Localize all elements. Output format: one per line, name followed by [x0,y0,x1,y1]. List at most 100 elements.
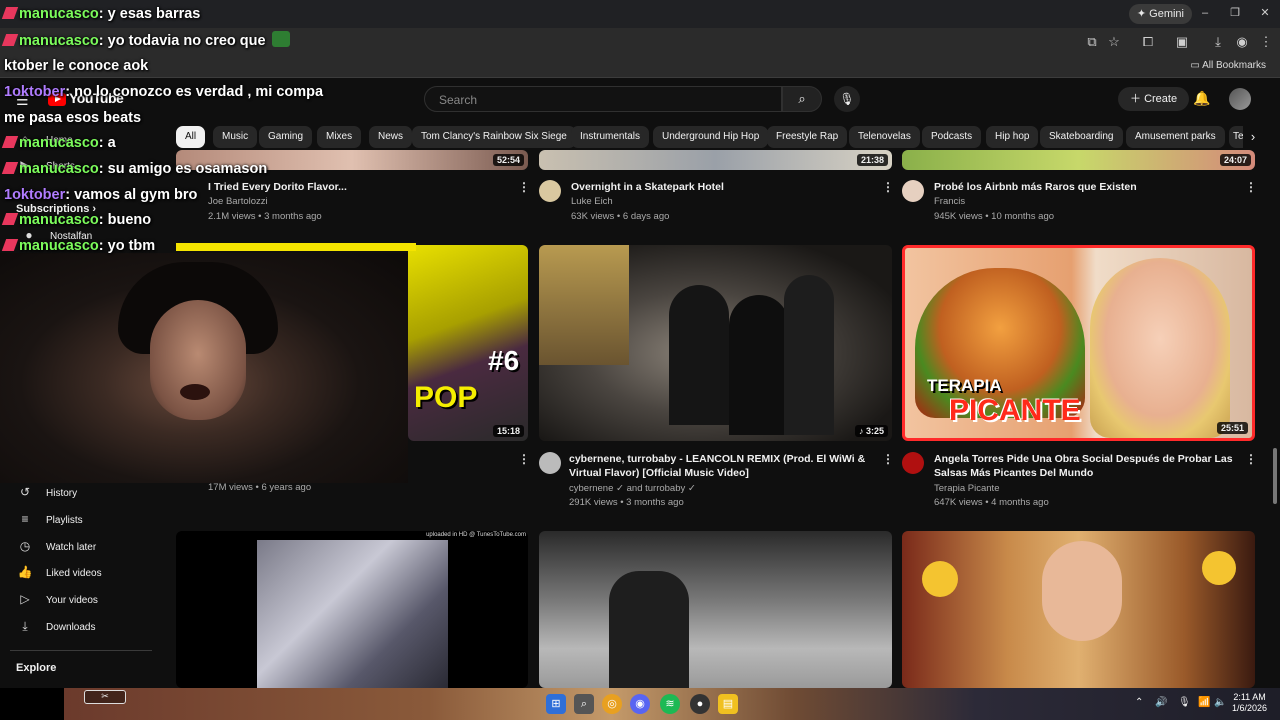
install-app-icon[interactable]: ⧉ [1084,34,1100,50]
chip-filter[interactable]: Amusement parks [1126,126,1225,148]
chip-filter[interactable]: Instrumentals [571,126,650,148]
chat-message: me pasa esos beats [4,109,141,127]
chat-message: 1oktober: vamos al gym bro [4,186,197,204]
gemini-button[interactable]: ✦ Gemini [1128,4,1192,24]
video-channel[interactable]: Terapia Picante [934,481,999,496]
sidebar-item-your-videos[interactable]: ▷ Your videos [16,586,98,612]
channel-avatar[interactable] [539,180,561,202]
video-menu-icon[interactable]: ⋮ [882,180,894,194]
tray-wifi-icon[interactable]: 📶 [1198,697,1210,708]
downloads-icon: ⤓ [22,619,28,633]
chat-message: manucasco: su amigo es osamason [1,160,267,178]
video-thumbnail[interactable]: ♪ 3:25 [539,245,892,441]
sidebar-item-liked-videos[interactable]: 👍 Liked videos [16,559,102,585]
video-thumbnail[interactable]: 24:07 [902,150,1255,170]
maximize-icon[interactable]: ❐ [1228,6,1242,20]
menu-dots-icon[interactable]: ⋮ [1258,34,1274,50]
video-thumbnail[interactable] [539,531,892,688]
chat-separator: : [98,135,108,151]
thumbnail-text: POP [414,381,478,414]
video-menu-icon[interactable]: ⋮ [882,452,894,466]
taskbar-clock[interactable]: 2:11 AM 1/6/2026 [1232,692,1267,714]
account-avatar[interactable] [1229,88,1251,110]
video-menu-icon[interactable]: ⋮ [1245,452,1257,466]
video-thumbnail[interactable]: uploaded in HD @ TunesToTube.com [176,531,528,688]
chip-filter[interactable]: Tom Clancy's Rainbow Six Siege [412,126,576,148]
bookmark-star-icon[interactable]: ☆ [1106,34,1122,50]
chip-filter[interactable]: Hip hop [986,126,1039,148]
search-button[interactable]: ⌕ [782,86,822,112]
channel-avatar[interactable] [902,180,924,202]
chip-filter[interactable]: Freestyle Rap [767,126,848,148]
chat-text: yo todavia no creo que [107,33,266,49]
chat-message: manucasco: y esas barras [1,5,200,23]
all-bookmarks-label: All Bookmarks [1202,60,1266,71]
voice-search-button[interactable]: 🎙 [834,86,860,112]
sidepanel-icon[interactable]: ▣ [1174,34,1190,50]
channel-avatar[interactable] [539,452,561,474]
tray-volume-icon[interactable]: 🔊 [1155,697,1167,708]
extensions-icon[interactable]: ⧠ [1140,34,1156,50]
spotify-app-icon[interactable]: ≋ [660,694,680,714]
taskbar-widget-icon[interactable]: ✂ [84,690,126,704]
chip-filter[interactable]: Underground Hip Hop [653,126,769,148]
page-scrollbar[interactable] [1273,448,1277,504]
video-channel[interactable]: Joe Bartolozzi [208,194,268,209]
video-channel[interactable]: cybernene ✓ and turrobaby ✓ [569,481,696,496]
video-menu-icon[interactable]: ⋮ [518,180,530,194]
chip-filter[interactable]: Mixes [317,126,362,148]
channel-name[interactable]: and turrobaby [627,483,686,494]
file-explorer-icon[interactable]: ▤ [718,694,738,714]
video-menu-icon[interactable]: ⋮ [1245,180,1257,194]
video-menu-icon[interactable]: ⋮ [518,452,530,466]
chip-filter[interactable]: News [369,126,413,148]
video-title[interactable]: Overnight in a Skatepark Hotel [571,180,871,194]
channel-avatar[interactable] [902,452,924,474]
video-thumbnail[interactable]: #6 POP 15:18 [408,245,528,441]
chat-text: ktober le conoce aok [4,58,149,74]
all-bookmarks-button[interactable]: ▭ All Bookmarks [1190,60,1266,71]
tray-speaker-icon[interactable]: 🔈 [1214,697,1226,708]
search-input[interactable]: Search [424,86,782,112]
notifications-bell-icon[interactable]: 🔔 [1193,90,1210,107]
profile-icon[interactable]: ◉ [1234,34,1250,50]
chrome-app-icon[interactable]: ◎ [602,694,622,714]
chat-separator: : [65,187,75,203]
channel-name[interactable]: cybernene [569,483,613,494]
sidebar-item-playlists[interactable]: ≡ Playlists [16,506,82,532]
create-button[interactable]: ＋ Create [1118,87,1190,111]
chip-filter[interactable]: Gaming [259,126,313,148]
sidebar-item-watch-later[interactable]: ◷ Watch later [16,533,96,559]
thumbnail-caption: uploaded in HD @ TunesToTube.com [426,532,526,538]
tray-chevron-icon[interactable]: ⌃ [1135,697,1143,708]
video-title[interactable]: I Tried Every Dorito Flavor... [208,180,508,194]
video-thumbnail-highlighted[interactable]: TERAPIA PICANTE 25:51 [902,245,1255,441]
discord-app-icon[interactable]: ◉ [630,694,650,714]
start-menu-icon[interactable]: ⊞ [546,694,566,714]
video-channel[interactable]: Francis [934,194,965,209]
chip-all[interactable]: All [176,126,206,148]
video-channel[interactable]: Luke Eich [571,194,613,209]
chip-filter[interactable]: Music [213,126,258,148]
search-icon: ⌕ [798,91,806,106]
video-title[interactable]: cybernene, turrobaby - LEANCOLN REMIX (P… [569,452,869,480]
chip-filter[interactable]: Telenovelas [849,126,920,148]
chip-filter[interactable]: Skateboarding [1040,126,1123,148]
chat-badge-icon [1,136,19,148]
chips-next-chevron-icon[interactable]: › [1244,126,1262,148]
chip-filter[interactable]: Te [1229,126,1243,148]
video-title[interactable]: Angela Torres Pide Una Obra Social Despu… [934,452,1234,480]
liked-icon: 👍 [17,565,33,579]
downloads-icon[interactable]: ⤓ [1210,34,1226,50]
sidebar-item-downloads[interactable]: ⤓ Downloads [16,613,95,639]
close-window-icon[interactable]: ✕ [1258,6,1272,20]
chat-username: manucasco [19,33,99,49]
taskbar-search-icon[interactable]: ⌕ [574,694,594,714]
tray-mic-icon[interactable]: 🎙 [1178,697,1191,708]
minimize-icon[interactable]: – [1198,6,1212,20]
video-title[interactable]: Probé los Airbnb más Raros que Existen [934,180,1234,194]
video-thumbnail[interactable] [902,531,1255,688]
obs-app-icon[interactable]: ● [690,694,710,714]
chip-filter[interactable]: Podcasts [922,126,982,148]
video-thumbnail[interactable]: 21:38 [539,150,892,170]
